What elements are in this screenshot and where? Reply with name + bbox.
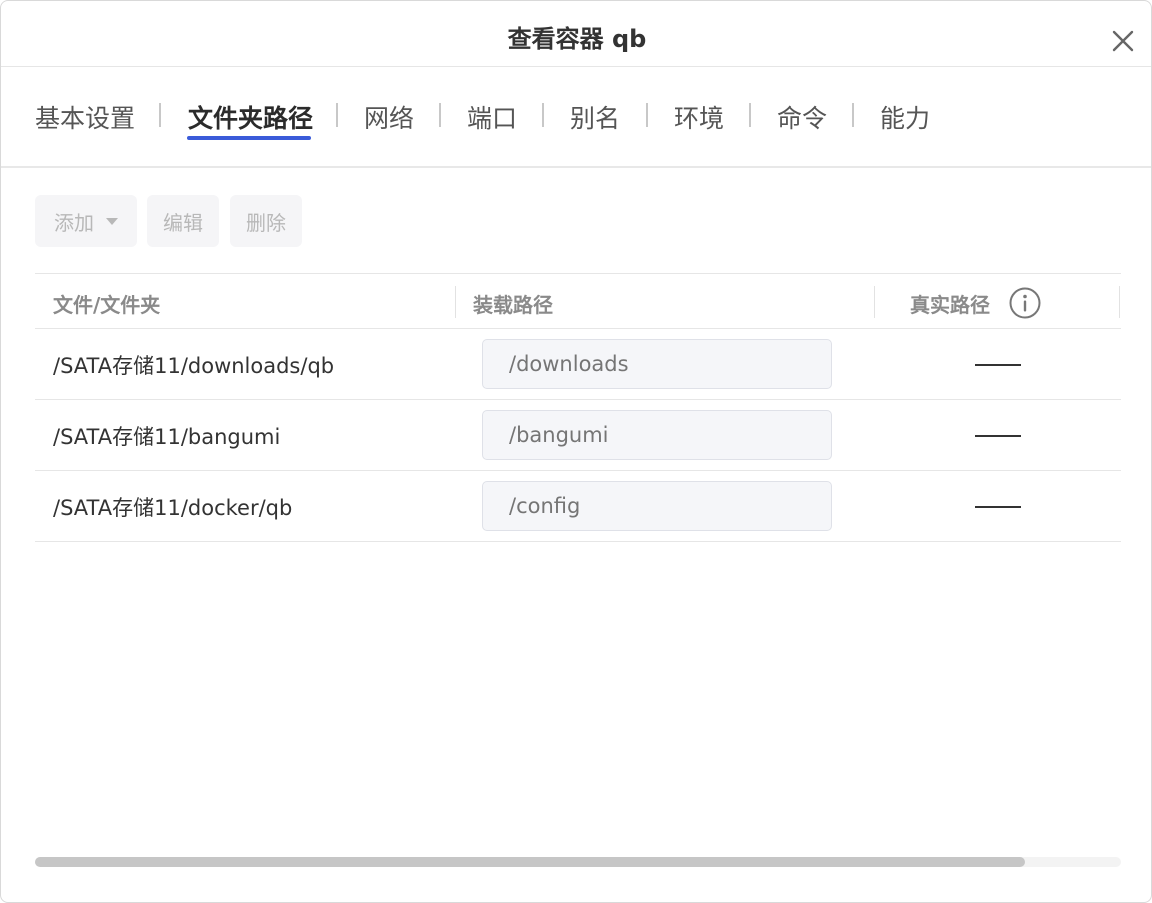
- tab-bar: 基本设置 文件夹路径 网络 端口 别名 环境 命令 能力: [1, 67, 1151, 168]
- dialog-titlebar: 查看容器 qb: [1, 1, 1151, 67]
- table-row[interactable]: /SATA存储11/docker/qb: [35, 471, 1121, 542]
- tab-ports[interactable]: 端口: [467, 99, 517, 135]
- info-icon[interactable]: [1008, 286, 1042, 320]
- column-header-real-path[interactable]: 真实路径: [910, 289, 990, 318]
- tab-divider: [646, 103, 648, 127]
- table-row[interactable]: /SATA存储11/downloads/qb: [35, 329, 1121, 400]
- table-row[interactable]: /SATA存储11/bangumi: [35, 400, 1121, 471]
- column-header-mount-path[interactable]: 装载路径: [473, 289, 553, 318]
- host-path-cell: /SATA存储11/bangumi: [53, 425, 281, 449]
- tab-divider: [542, 103, 544, 127]
- active-tab-indicator: [187, 136, 311, 140]
- chevron-down-icon: [106, 217, 118, 225]
- mount-path-input[interactable]: [482, 410, 832, 460]
- tab-basic-settings[interactable]: 基本设置: [35, 99, 135, 135]
- delete-button[interactable]: 删除: [230, 195, 302, 247]
- host-path-cell: /SATA存储11/downloads/qb: [53, 354, 335, 378]
- add-button[interactable]: 添加: [35, 195, 137, 247]
- host-path-cell: /SATA存储11/docker/qb: [53, 496, 293, 520]
- column-divider[interactable]: [1119, 286, 1120, 318]
- column-divider[interactable]: [874, 286, 875, 318]
- real-path-empty-dash: [975, 435, 1021, 437]
- tab-divider: [336, 103, 338, 127]
- mount-path-input[interactable]: [482, 339, 832, 389]
- tab-command[interactable]: 命令: [777, 99, 827, 135]
- real-path-empty-dash: [975, 364, 1021, 366]
- dialog-title: 查看容器 qb: [507, 25, 647, 53]
- tab-environment[interactable]: 环境: [674, 99, 724, 135]
- mount-path-input[interactable]: [482, 481, 832, 531]
- close-icon[interactable]: [1109, 27, 1137, 55]
- column-divider[interactable]: [455, 286, 456, 318]
- table-header: 文件/文件夹 装载路径 真实路径: [35, 273, 1121, 329]
- horizontal-scrollbar[interactable]: [35, 857, 1121, 867]
- tab-capabilities[interactable]: 能力: [880, 99, 930, 135]
- tab-network[interactable]: 网络: [364, 99, 414, 135]
- tab-divider: [749, 103, 751, 127]
- tab-folder-paths[interactable]: 文件夹路径: [188, 99, 313, 135]
- tab-divider: [439, 103, 441, 127]
- tab-divider: [159, 103, 161, 127]
- container-dialog: 查看容器 qb 基本设置 文件夹路径 网络 端口 别名 环境 命令 能力 添加 …: [0, 0, 1152, 903]
- tab-divider: [852, 103, 854, 127]
- real-path-empty-dash: [975, 506, 1021, 508]
- column-header-file-folder[interactable]: 文件/文件夹: [53, 289, 160, 318]
- edit-button[interactable]: 编辑: [147, 195, 219, 247]
- scrollbar-thumb[interactable]: [35, 857, 1025, 867]
- tab-aliases[interactable]: 别名: [570, 99, 620, 135]
- add-button-label: 添加: [54, 210, 94, 235]
